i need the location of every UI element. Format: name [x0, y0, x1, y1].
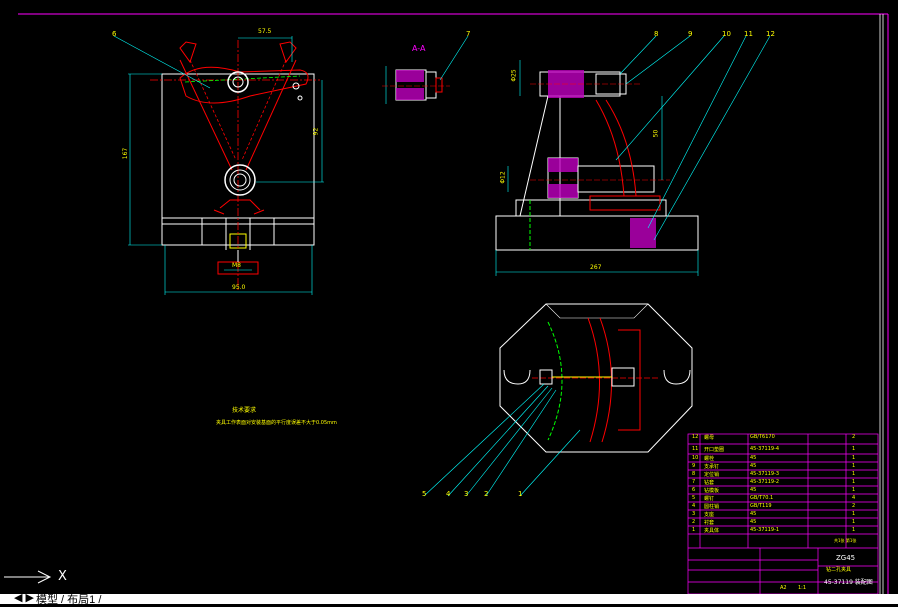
- part-no: 2: [692, 519, 696, 525]
- part-name: 螺母: [704, 435, 715, 441]
- title-drawing-no: 45-37119 装配图: [824, 579, 873, 586]
- part-no: 1: [692, 527, 696, 533]
- part-no: 3: [692, 511, 696, 517]
- part-no: 5: [692, 495, 696, 501]
- part-qty: 2: [852, 434, 856, 440]
- dim-left-height: 167: [122, 147, 130, 160]
- parts-row: 1 夹具体 45-37119-1 1: [688, 527, 878, 535]
- front-view: [113, 35, 324, 295]
- part-code: 45: [750, 463, 757, 469]
- parts-row: 4 圆柱销 GB/T119 2: [688, 503, 878, 511]
- part-qty: 4: [852, 495, 856, 501]
- part-code: GB/T119: [750, 503, 772, 509]
- balloon-3: 3: [464, 490, 469, 498]
- dim-right-height: 92: [312, 127, 320, 136]
- part-name: 衬套: [704, 520, 715, 526]
- part-code: 45-37119-3: [750, 471, 780, 477]
- part-code: 45: [750, 487, 757, 493]
- section-label: A-A: [412, 44, 426, 53]
- parts-row: 7 钻套 45-37119-2 1: [688, 479, 878, 487]
- part-qty: 1: [852, 479, 856, 485]
- balloon-5: 5: [422, 490, 427, 498]
- title-scale-b: 1:1: [798, 585, 807, 591]
- dim-bolt: M8: [232, 262, 241, 269]
- title-material: ZG45: [836, 554, 856, 562]
- balloon-11: 11: [744, 30, 753, 38]
- part-no: 8: [692, 471, 696, 477]
- part-no: 6: [692, 487, 696, 493]
- part-qty: 1: [852, 446, 856, 452]
- parts-row: 9 支承钉 45 1: [688, 463, 878, 471]
- part-code: 45-37119-1: [750, 527, 780, 533]
- balloon-7: 7: [466, 30, 471, 38]
- part-qty: 1: [852, 463, 856, 469]
- title-scale-a: A2: [780, 585, 787, 591]
- part-code: GB/T70.1: [750, 495, 774, 501]
- balloon-6: 6: [112, 30, 117, 38]
- dim-bottom-width: 95.0: [232, 284, 246, 291]
- part-name: 夹具体: [704, 528, 720, 534]
- part-qty: 1: [852, 471, 856, 477]
- dim-right-mid-height: 50: [652, 129, 660, 138]
- balloon-12: 12: [766, 30, 775, 38]
- part-name: 支座: [704, 512, 715, 518]
- part-qty: 1: [852, 511, 856, 517]
- title-part-name: 钻二孔夹具: [826, 567, 852, 573]
- parts-row: 2 衬套 45 1: [688, 519, 878, 527]
- part-no: 10: [692, 455, 699, 461]
- side-view: [495, 35, 771, 276]
- title-header-note: 共1张 第1张: [834, 538, 857, 543]
- dim-right-small-2: Φ12: [499, 171, 507, 184]
- tech-req-title: 技术要求: [232, 407, 257, 414]
- part-no: 12: [692, 434, 699, 440]
- ucs-x-label: X: [58, 569, 67, 584]
- part-name: 支承钉: [704, 464, 720, 470]
- parts-row: 11 开口垫圈 45-37119-4 1: [688, 446, 878, 454]
- ucs-icon: X: [0, 560, 80, 594]
- part-name: 定位销: [704, 472, 720, 478]
- part-name: 开口垫圈: [704, 447, 725, 453]
- part-code: 45: [750, 519, 757, 525]
- part-no: 9: [692, 463, 696, 469]
- part-qty: 1: [852, 519, 856, 525]
- dim-right-small-1: Φ25: [510, 69, 518, 82]
- parts-row: 3 支座 45 1: [688, 511, 878, 519]
- balloon-4: 4: [446, 490, 451, 498]
- tech-req-text: 夹具工作表面对安装基面的平行度误差不大于0.05mm: [216, 420, 337, 426]
- balloon-2: 2: [484, 490, 489, 498]
- parts-row: 12 螺母 GB/T6170 2: [688, 434, 878, 442]
- part-code: GB/T6170: [750, 434, 775, 440]
- parts-row: 8 定位销 45-37119-3 1: [688, 471, 878, 479]
- layout-tab-bar[interactable]: ◀ ▶ 模型 / 布局1 /: [0, 591, 898, 607]
- tab-model-layout[interactable]: 模型 / 布局1 /: [36, 591, 101, 607]
- balloon-8: 8: [654, 30, 659, 38]
- part-code: 45-37119-4: [750, 446, 780, 452]
- part-qty: 1: [852, 455, 856, 461]
- part-code: 45: [750, 455, 757, 461]
- balloon-1: 1: [518, 490, 523, 498]
- parts-row: 10 螺栓 45 1: [688, 455, 878, 463]
- part-qty: 2: [852, 503, 856, 509]
- part-code: 45: [750, 511, 757, 517]
- dim-top-width: 57.5: [258, 28, 272, 35]
- top-view: [423, 303, 693, 497]
- parts-row: 5 螺钉 GB/T70.1 4: [688, 495, 878, 503]
- part-name: 螺钉: [704, 496, 715, 502]
- balloon-9: 9: [688, 30, 693, 38]
- part-name: 钻模板: [704, 488, 720, 494]
- parts-row: 6 钻模板 45 1: [688, 487, 878, 495]
- dim-right-bottom-width: 267: [590, 264, 602, 271]
- part-no: 11: [692, 446, 699, 452]
- part-no: 4: [692, 503, 696, 509]
- part-qty: 1: [852, 487, 856, 493]
- part-no: 7: [692, 479, 696, 485]
- part-name: 圆柱销: [704, 504, 720, 510]
- balloon-10: 10: [722, 30, 731, 38]
- part-qty: 1: [852, 527, 856, 533]
- part-name: 钻套: [704, 480, 715, 486]
- part-name: 螺栓: [704, 456, 715, 462]
- part-code: 45-37119-2: [750, 479, 780, 485]
- layout-tab-nav-icon[interactable]: ◀ ▶: [14, 591, 34, 604]
